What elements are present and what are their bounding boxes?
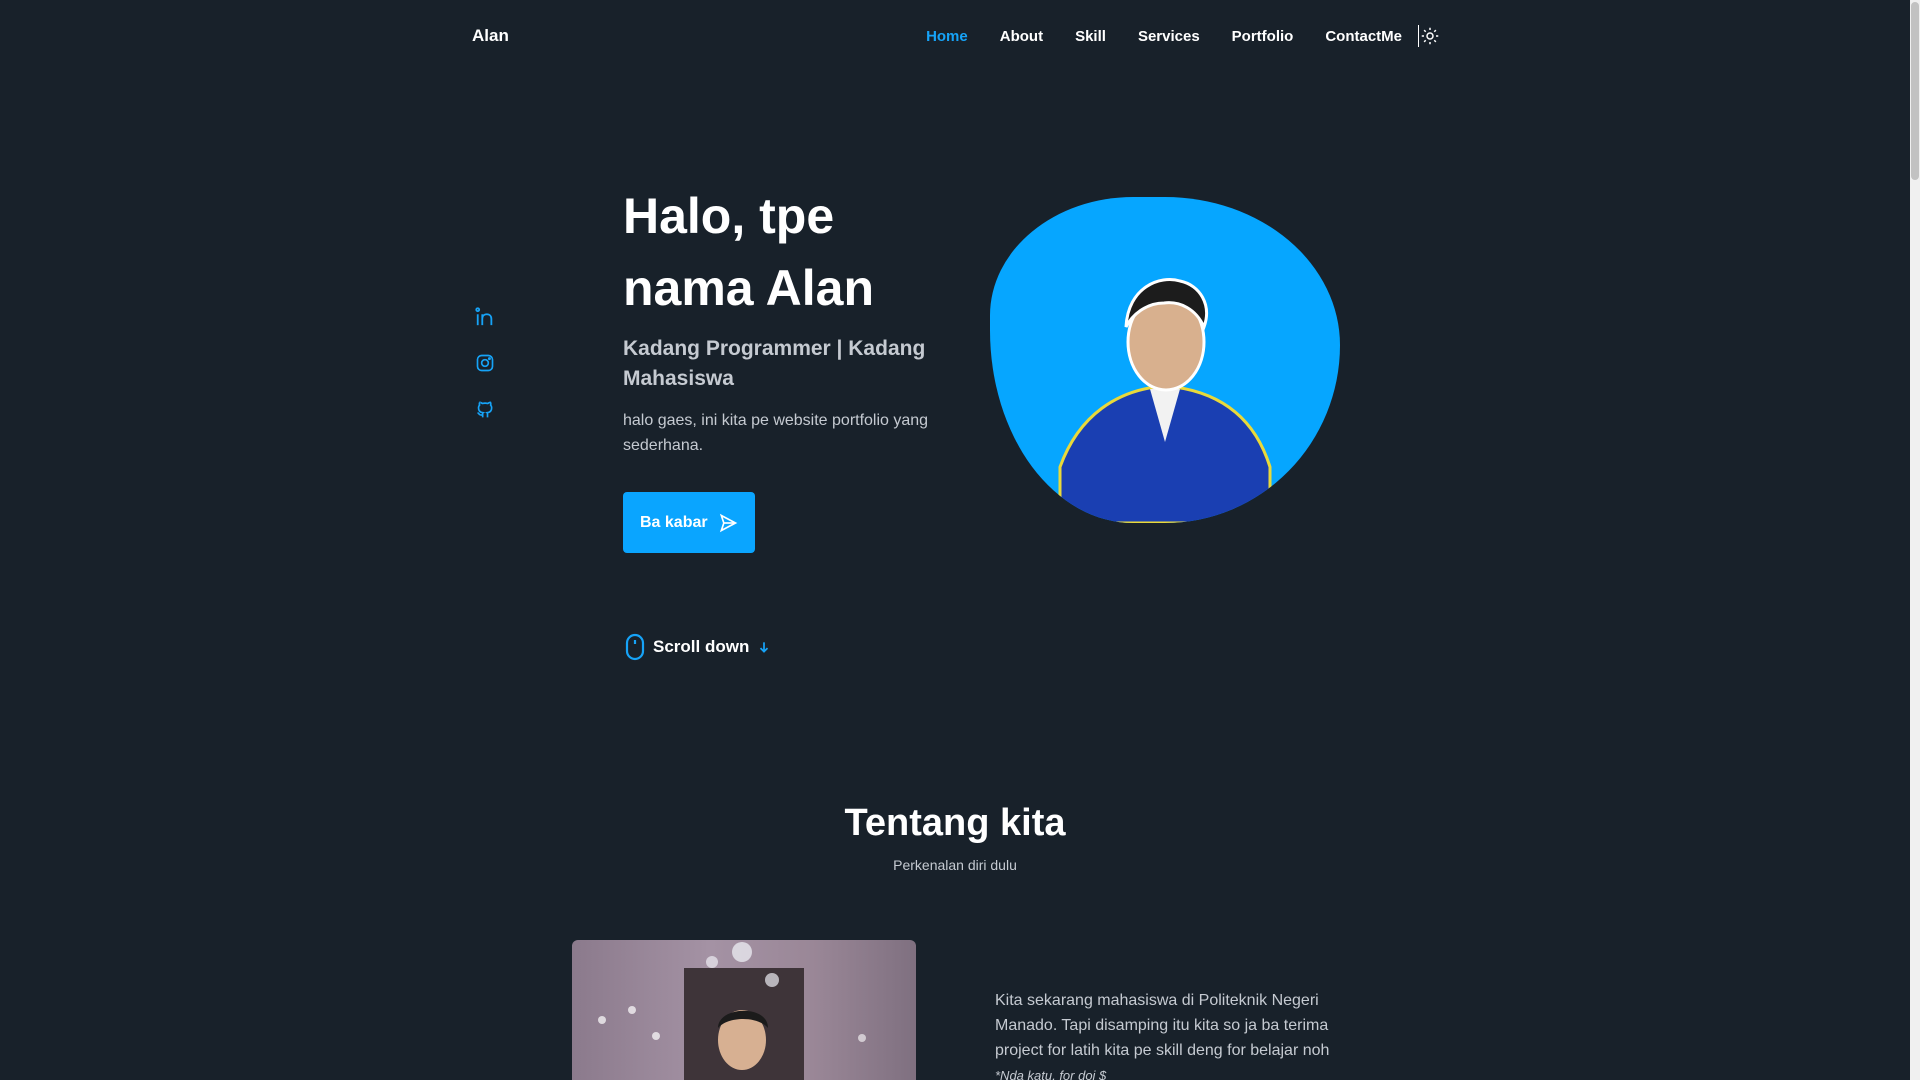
mouse-icon <box>625 633 645 661</box>
hero-subtitle: Kadang Programmer | Kadang Mahasiswa <box>623 337 926 390</box>
nav-services[interactable]: Services <box>1138 28 1200 45</box>
contact-button-label: Ba kabar <box>640 513 708 531</box>
hero-title: Halo, tpe nama Alan <box>623 180 963 324</box>
nav-home[interactable]: Home <box>926 28 968 45</box>
social-links <box>473 306 497 420</box>
about-photo <box>572 940 916 1080</box>
theme-toggle-button[interactable] <box>1418 25 1440 47</box>
send-icon <box>719 513 737 532</box>
hero-description: halo gaes, ini kita pe website portfolio… <box>623 412 929 454</box>
about-title: Tentang kita <box>844 802 1066 844</box>
hero-section: Halo, tpe nama Alan Kadang Programmer | … <box>623 180 963 553</box>
linkedin-icon[interactable] <box>473 306 497 328</box>
scroll-down-label: Scroll down <box>653 637 750 656</box>
hero-title-line1: Halo, tpe <box>623 188 835 244</box>
main-nav: Home About Skill Services Portfolio Cont… <box>894 25 1440 47</box>
nav-skill[interactable]: Skill <box>1075 28 1106 45</box>
github-icon[interactable] <box>473 398 497 420</box>
hero-title-line2: nama Alan <box>623 260 875 316</box>
contact-button[interactable]: Ba kabar <box>623 492 755 553</box>
profile-photo <box>990 197 1340 523</box>
nav-about[interactable]: About <box>1000 28 1043 45</box>
sun-icon <box>1421 27 1438 45</box>
about-text: Kita sekarang mahasiswa di Politeknik Ne… <box>995 988 1335 1080</box>
nav-portfolio[interactable]: Portfolio <box>1232 28 1294 45</box>
about-note: *Nda katu, for doi $ <box>995 1068 1107 1080</box>
scrollbar[interactable] <box>1910 0 1920 1080</box>
instagram-icon[interactable] <box>473 352 497 374</box>
arrow-down-icon <box>760 642 769 653</box>
scroll-down-link[interactable]: Scroll down <box>625 633 771 661</box>
site-header: Alan Home About Skill Services Portfolio… <box>472 0 1440 72</box>
logo[interactable]: Alan <box>472 26 509 46</box>
nav-contactme[interactable]: ContactMe <box>1325 28 1402 45</box>
about-subtitle: Perkenalan diri dulu <box>893 857 1017 873</box>
scrollbar-thumb[interactable] <box>1911 2 1919 180</box>
about-paragraph: Kita sekarang mahasiswa di Politeknik Ne… <box>995 992 1330 1059</box>
